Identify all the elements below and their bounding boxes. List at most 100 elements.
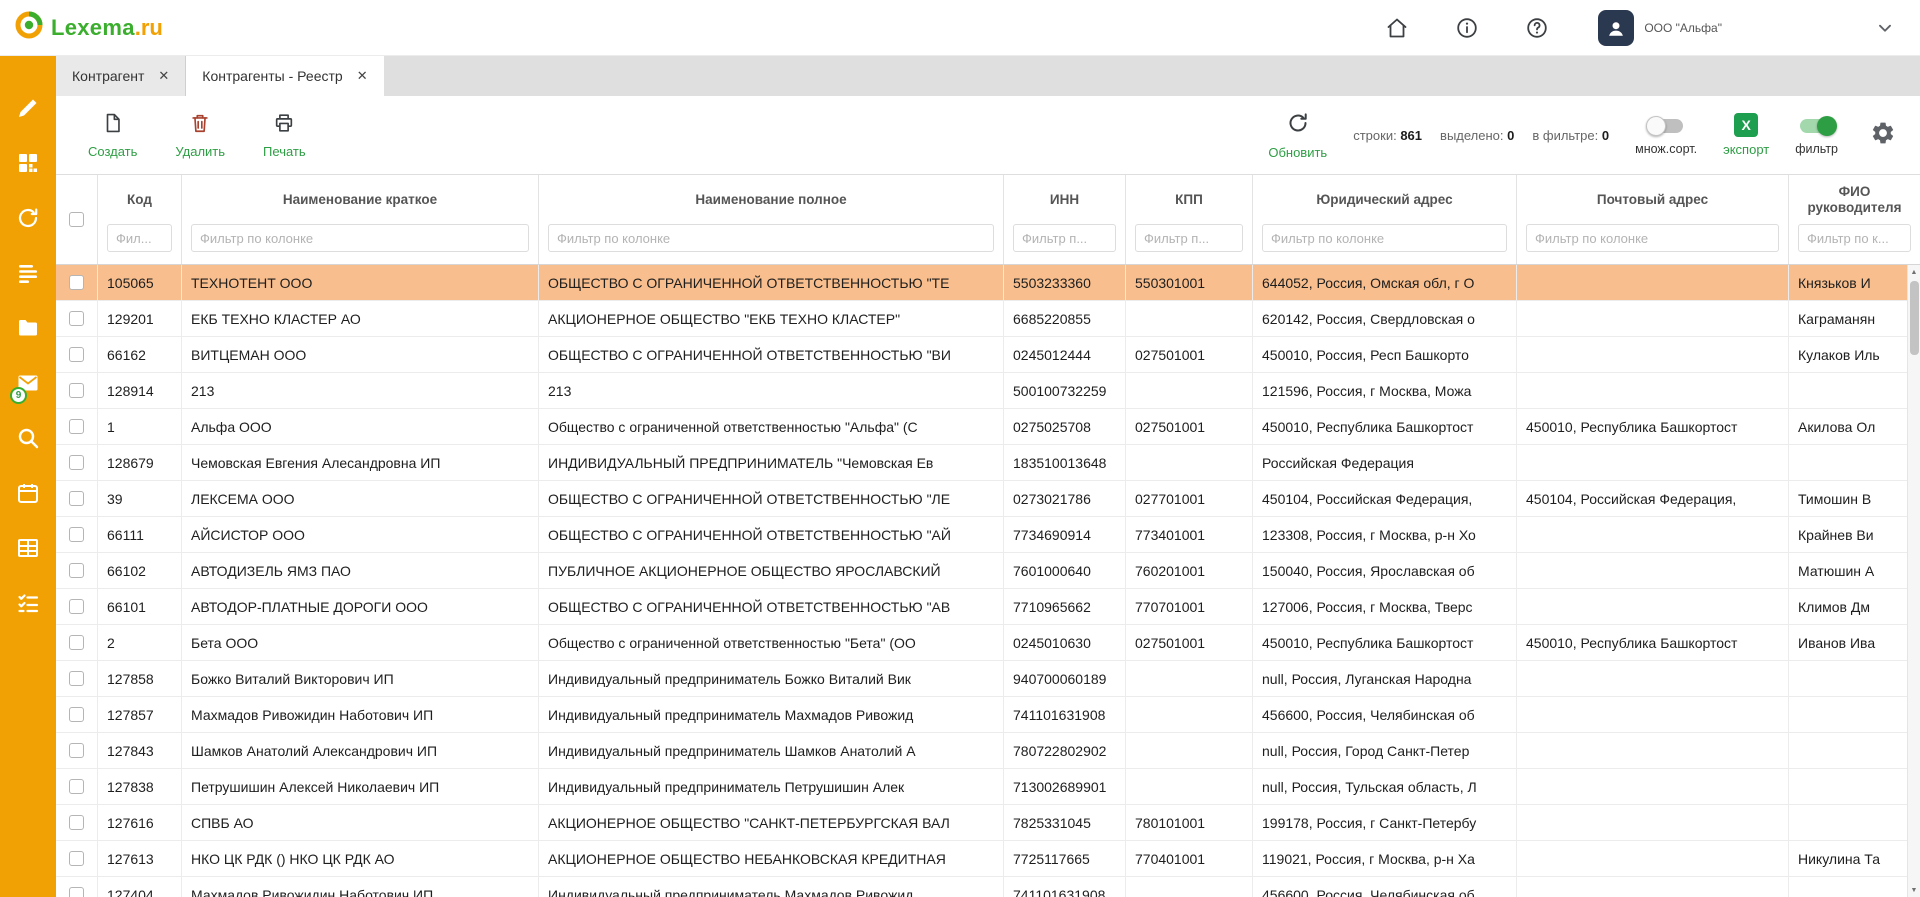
row-checkbox[interactable]	[69, 815, 84, 830]
column-header[interactable]: КПП	[1126, 175, 1253, 264]
info-icon[interactable]	[1454, 15, 1480, 41]
row-checkbox[interactable]	[69, 671, 84, 686]
table-row[interactable]: 1Альфа ООООбщество с ограниченной ответс…	[56, 409, 1920, 445]
filter-switch-icon[interactable]	[1800, 119, 1834, 133]
multisort-switch-icon[interactable]	[1649, 119, 1683, 133]
excel-export-icon: X	[1734, 113, 1758, 137]
sidebar-apps-grid-icon[interactable]	[16, 151, 40, 175]
tab-kontragent[interactable]: Контрагент✕	[56, 56, 186, 96]
table-cell: Чемовская Евгения Алесандровна ИП	[182, 445, 539, 480]
column-filter-input[interactable]	[191, 224, 529, 252]
row-checkbox[interactable]	[69, 563, 84, 578]
sidebar-nav: 9	[0, 56, 56, 897]
vertical-scrollbar[interactable]: ▲ ▼	[1907, 265, 1920, 897]
column-header[interactable]: ФИО руководителя	[1789, 175, 1920, 264]
table-row[interactable]: 105065ТЕХНОТЕНТ ООООБЩЕСТВО С ОГРАНИЧЕНН…	[56, 265, 1920, 301]
settings-gear-button[interactable]	[1870, 120, 1896, 151]
column-header[interactable]: ИНН	[1004, 175, 1126, 264]
column-filter-input[interactable]	[107, 224, 172, 252]
column-filter-input[interactable]	[1135, 224, 1243, 252]
table-row[interactable]: 127843Шамков Анатолий Александрович ИПИн…	[56, 733, 1920, 769]
row-checkbox[interactable]	[69, 383, 84, 398]
row-checkbox[interactable]	[69, 419, 84, 434]
print-button[interactable]: Печать	[263, 112, 306, 159]
column-filter-input[interactable]	[1798, 224, 1911, 252]
row-checkbox[interactable]	[69, 455, 84, 470]
table-row[interactable]: 66101АВТОДОР-ПЛАТНЫЕ ДОРОГИ ООООБЩЕСТВО …	[56, 589, 1920, 625]
row-checkbox[interactable]	[69, 599, 84, 614]
user-avatar[interactable]	[1598, 10, 1634, 46]
refresh-button[interactable]: Обновить	[1268, 111, 1327, 160]
sidebar-calendar-icon[interactable]	[16, 481, 40, 505]
sidebar-tasks-icon[interactable]	[16, 591, 40, 615]
table-row[interactable]: 128914213213500100732259121596, Россия, …	[56, 373, 1920, 409]
table-row[interactable]: 127616СПВБ АОАКЦИОНЕРНОЕ ОБЩЕСТВО "САНКТ…	[56, 805, 1920, 841]
tab-close-icon[interactable]: ✕	[357, 68, 368, 84]
sidebar-mail-icon[interactable]: 9	[16, 371, 40, 395]
row-checkbox[interactable]	[69, 779, 84, 794]
table-cell	[1517, 445, 1789, 480]
row-checkbox[interactable]	[69, 491, 84, 506]
column-filter-input[interactable]	[548, 224, 994, 252]
table-row[interactable]: 129201ЕКБ ТЕХНО КЛАСТЕР АОАКЦИОНЕРНОЕ ОБ…	[56, 301, 1920, 337]
table-cell: Индивидуальный предприниматель Махмадов …	[539, 877, 1004, 897]
table-row[interactable]: 66162ВИТЦЕМАН ООООБЩЕСТВО С ОГРАНИЧЕННОЙ…	[56, 337, 1920, 373]
row-checkbox[interactable]	[69, 347, 84, 362]
table-row[interactable]: 127838Петрушишин Алексей Николаевич ИПИн…	[56, 769, 1920, 805]
column-header[interactable]: Почтовый адрес	[1517, 175, 1789, 264]
column-filter-input[interactable]	[1262, 224, 1507, 252]
table-row[interactable]: 128679Чемовская Евгения Алесандровна ИПИ…	[56, 445, 1920, 481]
tab-close-icon[interactable]: ✕	[158, 68, 169, 84]
sidebar-search-icon[interactable]	[16, 426, 40, 450]
delete-button[interactable]: Удалить	[175, 112, 225, 159]
column-filter-input[interactable]	[1013, 224, 1116, 252]
table-row[interactable]: 66102АВТОДИЗЕЛЬ ЯМЗ ПАОПУБЛИЧНОЕ АКЦИОНЕ…	[56, 553, 1920, 589]
home-icon[interactable]	[1384, 15, 1410, 41]
multisort-toggle[interactable]: множ.сорт.	[1635, 115, 1697, 156]
export-button[interactable]: X экспорт	[1723, 113, 1769, 157]
table-cell: 127857	[98, 697, 182, 732]
sidebar-sync-icon[interactable]	[16, 206, 40, 230]
table-row[interactable]: 2Бета ООООбщество с ограниченной ответст…	[56, 625, 1920, 661]
table-row[interactable]: 39ЛЕКСЕМА ООООБЩЕСТВО С ОГРАНИЧЕННОЙ ОТВ…	[56, 481, 1920, 517]
row-checkbox[interactable]	[69, 275, 84, 290]
column-header[interactable]: Наименование полное	[539, 175, 1004, 264]
sidebar-documents-icon[interactable]	[16, 261, 40, 285]
row-checkbox[interactable]	[69, 311, 84, 326]
table-cell: 741101631908	[1004, 877, 1126, 897]
table-cell	[1789, 733, 1920, 768]
table-cell: 644052, Россия, Омская обл, г О	[1253, 265, 1517, 300]
table-row[interactable]: 127857Махмадов Ривожидин Наботович ИПИнд…	[56, 697, 1920, 733]
column-header[interactable]: Код	[98, 175, 182, 264]
sidebar-edit-icon[interactable]	[16, 96, 40, 120]
select-all-checkbox[interactable]	[69, 212, 84, 227]
column-header[interactable]: Наименование краткое	[182, 175, 539, 264]
row-checkbox[interactable]	[69, 851, 84, 866]
row-checkbox[interactable]	[69, 743, 84, 758]
row-checkbox[interactable]	[69, 635, 84, 650]
table-row[interactable]: 66111АЙСИСТОР ООООБЩЕСТВО С ОГРАНИЧЕННОЙ…	[56, 517, 1920, 553]
row-checkbox[interactable]	[69, 887, 84, 897]
sidebar-folder-icon[interactable]	[16, 316, 40, 340]
stat-selected: выделено: 0	[1440, 128, 1514, 143]
table-row[interactable]: 127613НКО ЦК РДК () НКО ЦК РДК АОАКЦИОНЕ…	[56, 841, 1920, 877]
table-row[interactable]: 127858Божко Виталий Викторович ИПИндивид…	[56, 661, 1920, 697]
tab-kontragenty-reestr[interactable]: Контрагенты - Реестр✕	[186, 56, 383, 96]
row-checkbox[interactable]	[69, 527, 84, 542]
scroll-down-icon[interactable]: ▼	[1911, 883, 1918, 897]
table-cell	[1126, 697, 1253, 732]
help-icon[interactable]	[1524, 15, 1550, 41]
table-cell: 7734690914	[1004, 517, 1126, 552]
filter-toggle[interactable]: фильтр	[1795, 115, 1838, 156]
sidebar-table-icon[interactable]	[16, 536, 40, 560]
create-button[interactable]: Создать	[88, 112, 137, 159]
column-filter-input[interactable]	[1526, 224, 1779, 252]
table-row[interactable]: 127404Махмадов Ривожидин Наботович ИПИнд…	[56, 877, 1920, 897]
scroll-up-icon[interactable]: ▲	[1911, 265, 1918, 279]
row-checkbox[interactable]	[69, 707, 84, 722]
grid-stats: строки: 861 выделено: 0 в фильтре: 0	[1353, 128, 1609, 143]
chevron-down-icon[interactable]	[1872, 15, 1898, 41]
column-header[interactable]: Юридический адрес	[1253, 175, 1517, 264]
scrollbar-thumb[interactable]	[1910, 281, 1919, 355]
create-document-icon	[102, 112, 124, 139]
